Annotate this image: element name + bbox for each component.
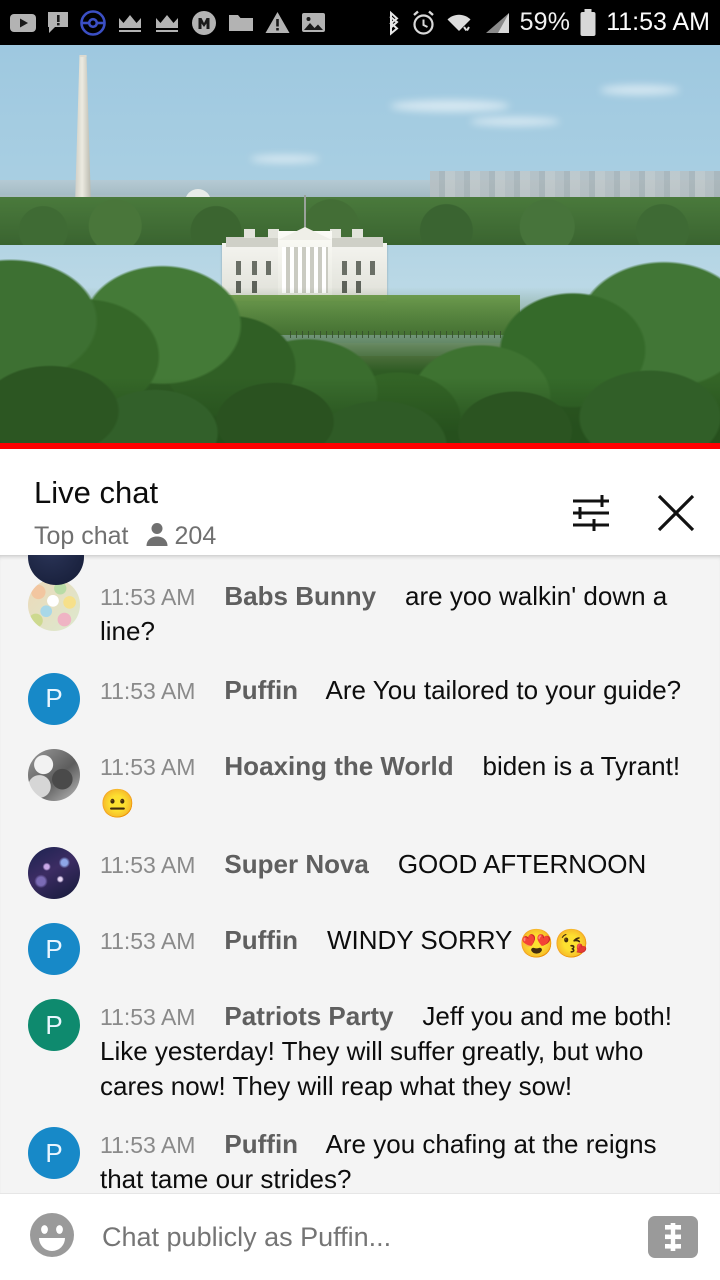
person-icon [145,521,169,552]
status-bar-clock: 11:53 AM [606,8,710,36]
chimney [244,229,255,238]
page-title: Live chat [34,475,159,510]
message-content: Are You tailored to your guide? [325,674,682,705]
pokeball-icon [80,9,106,36]
chat-header-actions [570,477,698,540]
message-timestamp: 11:53 AM [100,677,196,704]
chat-message[interactable]: P 11:53 AM Puffin Are you chafing at the… [0,1125,720,1193]
message-timestamp: 11:53 AM [100,584,196,610]
message-author[interactable]: Puffin [224,1129,298,1159]
message-author[interactable]: Hoaxing the World [224,751,453,781]
chat-message[interactable]: 11:53 AM Babs Bunny are yoo walkin' down… [0,577,720,649]
chat-input-bar [0,1193,720,1280]
chat-message-text: 11:53 AM Babs Bunny are yoo walkin' down… [100,579,702,649]
dollar-sign-icon[interactable] [648,1216,698,1258]
message-alert-icon [47,11,69,35]
avatar[interactable]: P [28,672,80,725]
folder-icon [228,12,254,34]
youtube-icon [10,13,36,33]
chat-message-body: 11:53 AM Super Nova GOOD AFTERNOON [100,845,646,899]
message-timestamp: 11:53 AM [100,852,196,878]
message-content: WINDY SORRY [326,925,520,955]
status-bar-system-icons: 59% 11:53 AM [385,8,710,37]
avatar[interactable]: P [28,1127,80,1180]
message-author[interactable]: Patriots Party [224,1001,393,1031]
message-content: GOOD AFTERNOON [397,849,647,879]
status-bar: 59% 11:53 AM [0,0,720,45]
image-icon [301,11,326,34]
battery-percent: 59% [519,8,571,36]
bluetooth-icon [385,10,402,36]
video-progress-bar[interactable] [0,443,720,449]
message-author[interactable]: Puffin [224,675,298,705]
chat-message[interactable]: P 11:53 AM Puffin WINDY SORRY 😍😘 [0,921,720,975]
chat-message-body: 11:53 AM Puffin Are You tailored to your… [100,671,681,725]
wifi-icon [445,11,475,35]
cloud [600,85,680,95]
battery-icon [579,8,597,37]
chat-message-text: 11:53 AM Hoaxing the World biden is a Ty… [100,749,702,823]
chat-message[interactable]: P 11:53 AM Patriots Party Jeff you and m… [0,997,720,1103]
avatar[interactable] [28,847,80,899]
warning-triangle-icon [265,11,290,34]
message-author[interactable]: Babs Bunny [224,581,376,611]
chat-mode-label[interactable]: Top chat [34,522,129,551]
message-author[interactable]: Puffin [224,925,298,955]
chat-header-titles: Live chat Top chat 204 [34,475,216,552]
foreground-trees-lower [0,345,720,449]
m-circle-icon [191,10,217,36]
cloud [250,155,320,163]
cloud [470,117,560,126]
message-timestamp: 11:53 AM [100,1004,196,1030]
chat-message[interactable]: P 11:53 AM Puffin Are You tailored to yo… [0,671,720,725]
message-timestamp: 11:53 AM [100,928,196,954]
heart-eyes-kiss-emoji: 😍😘 [519,928,589,959]
close-icon[interactable] [654,491,698,540]
viewer-count-group: 204 [145,521,217,552]
neutral-face-emoji: 😐 [100,788,135,820]
tune-sliders-icon[interactable] [570,493,612,538]
partial-message-row [0,555,720,585]
live-chat-message-list[interactable]: 11:53 AM Babs Bunny are yoo walkin' down… [0,555,720,1193]
message-timestamp: 11:53 AM [100,1132,196,1159]
search-input[interactable] [102,1221,634,1253]
chat-message-text: 11:53 AM Super Nova GOOD AFTERNOON [100,847,646,882]
chat-message-body: 11:53 AM Puffin Are you chafing at the r… [100,1125,702,1193]
signal-icon [484,12,511,34]
smiley-face-icon[interactable] [28,1211,76,1264]
chat-message-body: 11:53 AM Babs Bunny are yoo walkin' down… [100,577,702,649]
avatar[interactable] [28,748,80,801]
live-chat-header: Live chat Top chat 204 [0,455,720,555]
alarm-icon [411,10,436,36]
message-content: biden is a Tyrant! [482,750,681,781]
chat-message-body: 11:53 AM Hoaxing the World biden is a Ty… [100,747,702,823]
crown-icon [154,12,180,34]
chat-message-text: 11:53 AM Puffin Are you chafing at the r… [100,1127,702,1193]
chimney [352,229,363,238]
crown-icon [117,12,143,34]
cloud [390,100,510,112]
chat-message-text: 11:53 AM Patriots Party Jeff you and me … [100,999,702,1103]
avatar[interactable] [28,579,80,631]
chat-message-text: 11:53 AM Puffin WINDY SORRY 😍😘 [100,923,589,963]
video-player[interactable] [0,45,720,449]
chat-message-text: 11:53 AM Puffin Are You tailored to your… [100,673,681,708]
chat-header-subline: Top chat 204 [34,521,216,552]
avatar[interactable]: P [28,999,80,1051]
chat-message-body: 11:53 AM Puffin WINDY SORRY 😍😘 [100,921,589,975]
chat-message[interactable]: 11:53 AM Super Nova GOOD AFTERNOON [0,845,720,899]
viewer-count: 204 [174,521,217,550]
chat-message[interactable]: 11:53 AM Hoaxing the World biden is a Ty… [0,747,720,823]
avatar[interactable]: P [28,923,80,975]
city-buildings [430,171,720,197]
status-bar-notification-icons [10,9,326,36]
message-timestamp: 11:53 AM [100,753,196,780]
message-author[interactable]: Super Nova [224,849,369,879]
chat-message-body: 11:53 AM Patriots Party Jeff you and me … [100,997,702,1103]
